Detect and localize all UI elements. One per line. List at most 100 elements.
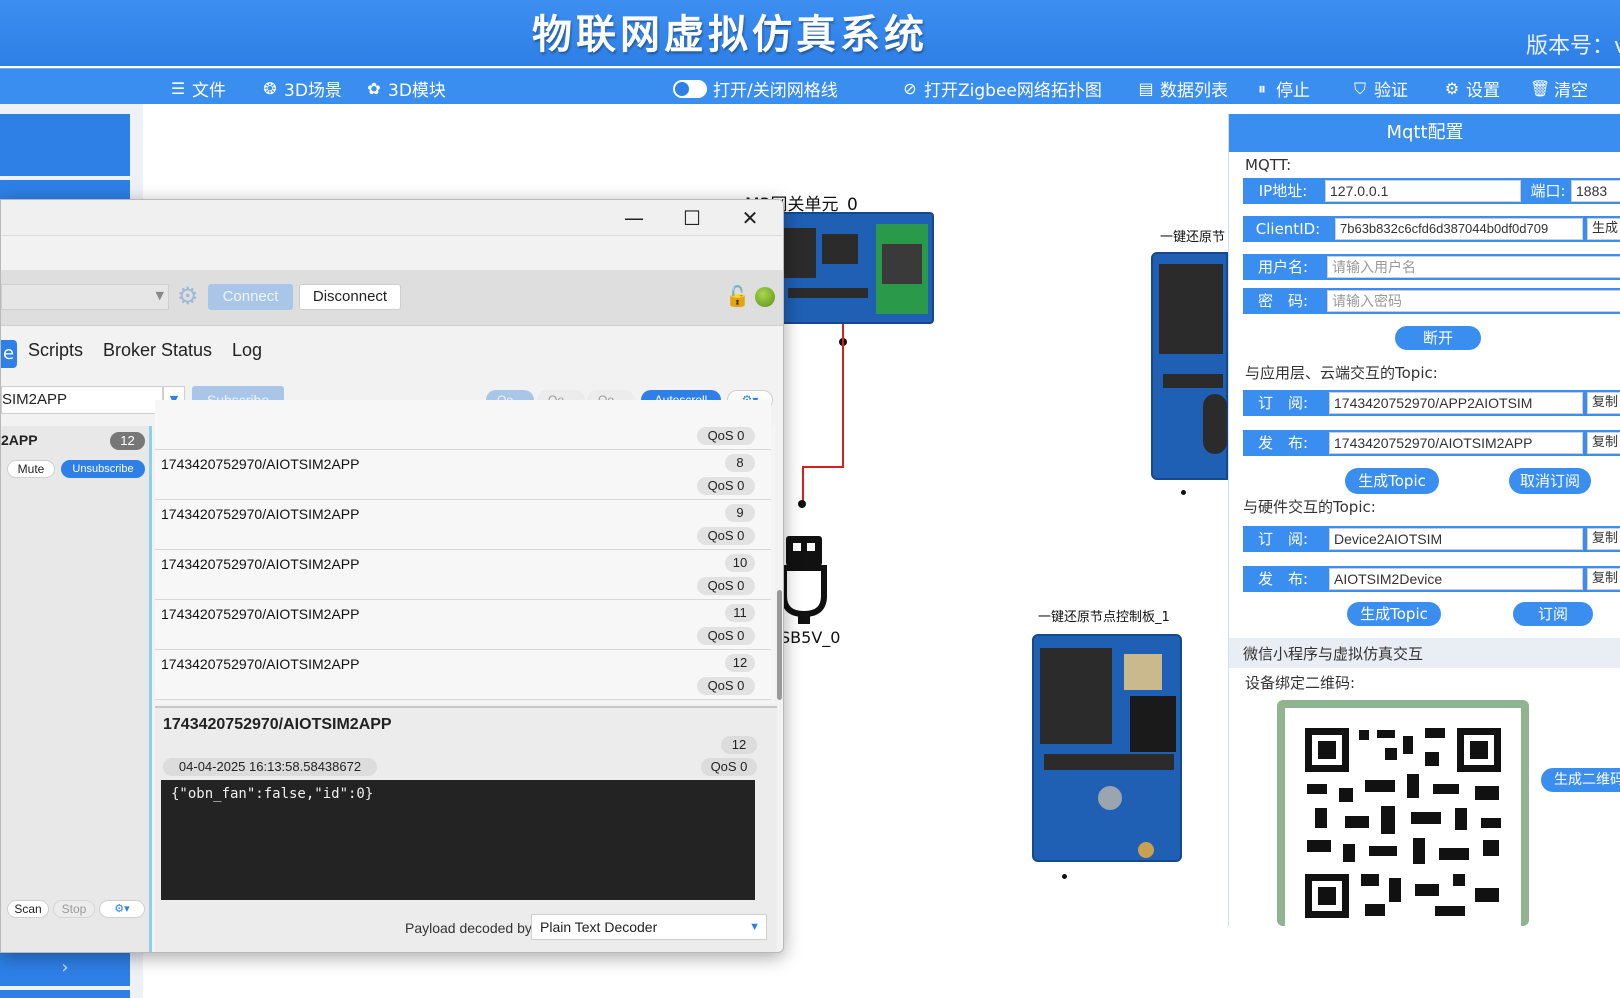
- hw-publish-field[interactable]: AIOTSIM2Device: [1329, 568, 1583, 590]
- board-chip: [1130, 696, 1176, 752]
- mqtt-disconnect-button[interactable]: 断开: [1395, 326, 1481, 350]
- scan-button[interactable]: Scan: [7, 900, 49, 918]
- sidebar-block[interactable]: [0, 114, 130, 176]
- sidebar-expand-chevron-icon[interactable]: ›: [0, 950, 130, 986]
- unsubscribe-button[interactable]: Unsubscribe: [61, 460, 145, 478]
- generate-qr-button[interactable]: 生成二维码: [1541, 768, 1620, 792]
- connection-node[interactable]: [1062, 874, 1067, 879]
- close-icon[interactable]: ✕: [737, 206, 763, 230]
- message-list-scrollbar[interactable]: [777, 590, 782, 700]
- hw-subscribe-label: 订 阅:: [1257, 530, 1309, 548]
- tab-scripts[interactable]: Scripts: [28, 340, 83, 361]
- restore-board-1[interactable]: [1032, 634, 1182, 862]
- menu-stop[interactable]: ⏸ 停止: [1252, 76, 1310, 102]
- list-item[interactable]: 1743420752970/AIOTSIM2APP 11 QoS 0: [155, 600, 771, 650]
- restore-board-1-label: 一键还原节点控制板_1: [1038, 610, 1170, 625]
- ip-field[interactable]: 127.0.0.1: [1325, 180, 1521, 202]
- port-field[interactable]: 1883: [1571, 180, 1620, 202]
- connection-node[interactable]: [1181, 490, 1186, 495]
- sensor-module: [1124, 654, 1162, 690]
- board-chip: [882, 244, 922, 284]
- cloud-subscribe-label: 订 阅:: [1257, 394, 1309, 412]
- menu-clear[interactable]: 🗑 清空: [1530, 76, 1588, 101]
- stop-button[interactable]: Stop: [53, 900, 95, 918]
- tab-log[interactable]: Log: [232, 340, 262, 361]
- menu-3d-scene-label: 3D场景: [284, 81, 342, 101]
- copy-button[interactable]: 复制: [1587, 432, 1620, 454]
- list-item[interactable]: 1743420752970/AIOTSIM2APP 9 QoS 0: [155, 500, 771, 550]
- connect-button[interactable]: Connect: [208, 284, 293, 310]
- decoder-select[interactable]: Plain Text Decoder ▼: [531, 914, 767, 940]
- menu-3d-module[interactable]: ✿ 3D模块: [364, 76, 446, 101]
- hw-subscribe-button[interactable]: 订阅: [1513, 602, 1593, 626]
- hw-subscribe-field[interactable]: Device2AIOTSIM: [1329, 528, 1583, 550]
- menu-settings[interactable]: ⚙ 设置: [1442, 76, 1500, 101]
- tab-subscribe[interactable]: e: [1, 340, 17, 368]
- mqtt-section-label: MQTT:: [1245, 156, 1292, 174]
- decoder-select-value: Plain Text Decoder: [540, 919, 658, 935]
- cloud-publish-field[interactable]: 1743420752970/AIOTSIM2APP: [1329, 432, 1583, 454]
- menu-data-list[interactable]: ▤ 数据列表: [1136, 76, 1228, 101]
- message-number: 12: [725, 654, 755, 672]
- cloud-subscribe-field[interactable]: 1743420752970/APP2AIOTSIM: [1329, 392, 1583, 414]
- trash-icon: 🗑: [1530, 79, 1551, 98]
- menu-3d-scene[interactable]: ❂ 3D场景: [260, 76, 342, 101]
- generate-clientid-button[interactable]: 生成: [1587, 218, 1620, 240]
- minimize-icon[interactable]: —: [621, 206, 647, 230]
- topic-list-item[interactable]: 2APP: [1, 432, 38, 448]
- gear-icon: ⚙: [1444, 79, 1460, 98]
- lcd-screen: [1040, 648, 1112, 744]
- username-row: 用户名: 请输入用户名: [1243, 254, 1620, 280]
- qr-label: 设备绑定二维码:: [1245, 674, 1356, 692]
- copy-button[interactable]: 复制: [1587, 568, 1620, 590]
- tab-broker-status[interactable]: Broker Status: [103, 340, 212, 361]
- clientid-field[interactable]: 7b63b832c6cfd6d387044b0df0d709: [1335, 218, 1583, 240]
- list-item[interactable]: QoS 0: [155, 400, 771, 450]
- clientid-label: ClientID:: [1255, 220, 1321, 238]
- menu-file-label: 文件: [192, 81, 226, 101]
- version-label: 版本号：v: [1526, 34, 1620, 59]
- sidebar-block[interactable]: [0, 180, 130, 200]
- hardware-topic-section: 与硬件交互的Topic:: [1243, 498, 1376, 516]
- menu-verify[interactable]: ⛉ 验证: [1350, 76, 1408, 102]
- username-field[interactable]: 请输入用户名: [1327, 256, 1620, 278]
- tab-bar: e Scripts Broker Status Log: [1, 328, 783, 374]
- message-topic: 1743420752970/AIOTSIM2APP: [161, 606, 360, 622]
- message-qos: QoS 0: [697, 577, 755, 595]
- generate-topic-button[interactable]: 生成Topic: [1345, 468, 1439, 494]
- hw-generate-topic-button[interactable]: 生成Topic: [1347, 602, 1441, 626]
- scan-options-gear-icon[interactable]: ⚙▾: [99, 900, 145, 918]
- copy-button[interactable]: 复制: [1587, 392, 1620, 414]
- menu-data-list-label: 数据列表: [1160, 81, 1228, 101]
- gear-icon[interactable]: ⚙: [177, 282, 199, 310]
- message-list[interactable]: QoS 0 1743420752970/AIOTSIM2APP 8 QoS 0 …: [155, 400, 775, 704]
- password-field[interactable]: 请输入密码: [1327, 290, 1620, 312]
- topics-pane: 2APP 12 Mute Unsubscribe Scan Stop ⚙▾: [1, 426, 152, 952]
- mute-button[interactable]: Mute: [7, 460, 55, 478]
- connection-node[interactable]: [798, 500, 806, 508]
- chevron-down-icon: ▼: [749, 921, 760, 933]
- gateway-board[interactable]: [776, 212, 934, 324]
- copy-button[interactable]: 复制: [1587, 528, 1620, 550]
- payload-viewer[interactable]: {"obn_fan":false,"id":0}: [161, 780, 755, 900]
- board-header: [788, 288, 868, 298]
- subscribe-topic-input[interactable]: SIM2APP: [1, 386, 163, 414]
- list-item[interactable]: 1743420752970/AIOTSIM2APP 12 QoS 0: [155, 650, 771, 700]
- message-qos: QoS 0: [697, 527, 755, 545]
- disconnect-button[interactable]: Disconnect: [299, 284, 401, 310]
- board-chip: [784, 228, 816, 278]
- usb-plug-icon[interactable]: [778, 534, 830, 626]
- menu-file[interactable]: ☰ 文件: [168, 76, 226, 101]
- profile-select[interactable]: ▼: [1, 284, 169, 310]
- list-item[interactable]: 1743420752970/AIOTSIM2APP 10 QoS 0: [155, 550, 771, 600]
- mqtt-client-window: — ☐ ✕ ▼ ⚙ Connect Disconnect 🔓 e Scripts…: [0, 199, 784, 953]
- cubes-icon: ✿: [367, 79, 381, 98]
- maximize-icon[interactable]: ☐: [679, 206, 705, 230]
- menu-zigbee-topology[interactable]: ⊘ 打开Zigbee网络拓扑图: [900, 76, 1102, 101]
- restore-board-top[interactable]: [1151, 252, 1228, 480]
- unsubscribe-topic-button[interactable]: 取消订阅: [1509, 468, 1591, 494]
- list-item[interactable]: 1743420752970/AIOTSIM2APP 8 QoS 0: [155, 450, 771, 500]
- detail-topic: 1743420752970/AIOTSIM2APP: [163, 716, 392, 733]
- menu-grid-toggle[interactable]: 打开/关闭网格线: [673, 76, 838, 101]
- restore-board-top-label: 一键还原节: [1160, 230, 1226, 245]
